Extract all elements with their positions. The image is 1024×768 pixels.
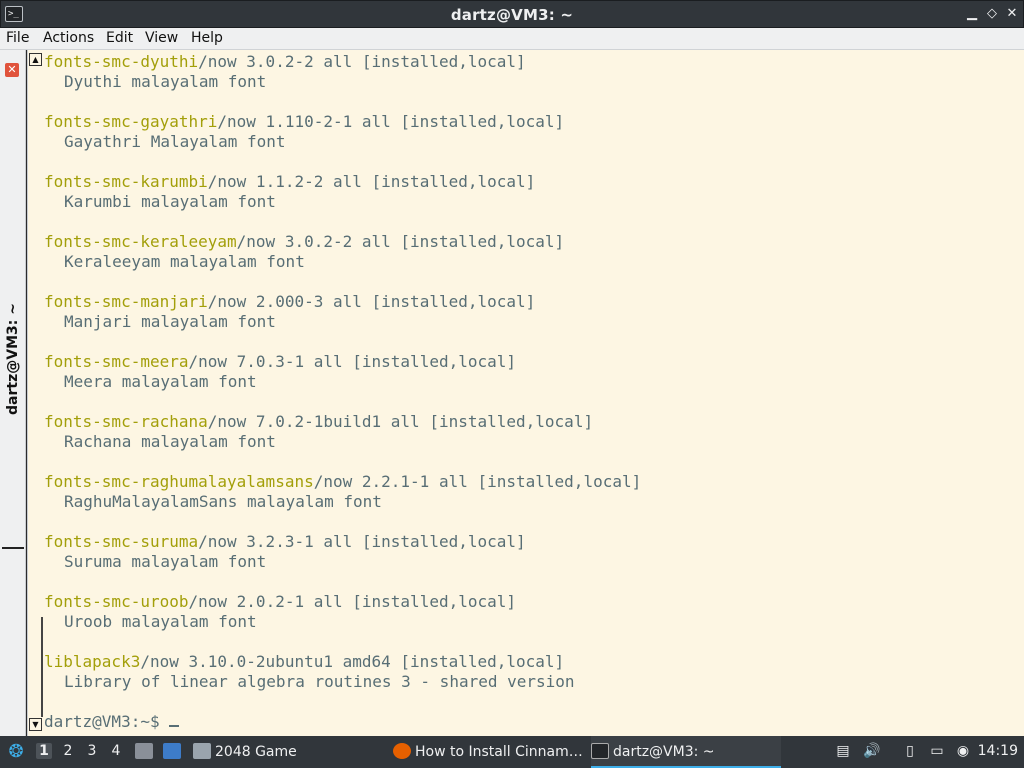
scrollbar-thumb[interactable] bbox=[41, 617, 43, 717]
package-line: fonts-smc-dyuthi/now 3.0.2-2 all [instal… bbox=[44, 52, 1020, 72]
monitor-icon[interactable]: ▭ bbox=[928, 742, 946, 760]
shell-prompt: dartz@VM3:~$ bbox=[44, 712, 170, 731]
start-menu-icon[interactable]: ❂ bbox=[5, 741, 27, 763]
package-description: Meera malayalam font bbox=[64, 372, 257, 391]
package-version: /now 3.0.2-2 all [installed,local] bbox=[198, 52, 526, 71]
desktop-2[interactable]: 2 bbox=[60, 743, 76, 759]
package-line: fonts-smc-karumbi/now 1.1.2-2 all [insta… bbox=[44, 172, 1020, 192]
tab-dartz-vm3[interactable]: dartz@VM3: ~ bbox=[5, 303, 21, 415]
package-name: fonts-smc-suruma bbox=[44, 532, 199, 551]
task-2048-game[interactable]: 2048 Game bbox=[193, 736, 383, 768]
menu-help[interactable]: Help bbox=[191, 30, 223, 46]
window-title: dartz@VM3: ~ bbox=[450, 6, 574, 24]
package-name: fonts-smc-manjari bbox=[44, 292, 208, 311]
package-version: /now 1.110-2-1 all [installed,local] bbox=[217, 112, 565, 131]
package-description: Uroob malayalam font bbox=[64, 612, 257, 631]
prompt-line[interactable]: dartz@VM3:~$ bbox=[44, 712, 1020, 732]
clipboard-icon[interactable]: ▤ bbox=[834, 742, 852, 760]
tab-indicator bbox=[2, 547, 24, 549]
package-description: Rachana malayalam font bbox=[64, 432, 276, 451]
package-line: fonts-smc-manjari/now 2.000-3 all [insta… bbox=[44, 292, 1020, 312]
package-line: fonts-smc-keraleeyam/now 3.0.2-2 all [in… bbox=[44, 232, 1020, 252]
task-terminal[interactable]: dartz@VM3: ~ bbox=[591, 736, 781, 768]
terminal-output: fonts-smc-dyuthi/now 3.0.2-2 all [instal… bbox=[44, 52, 1020, 732]
desktop-1[interactable]: 1 bbox=[36, 743, 52, 759]
package-description: Gayathri Malayalam font bbox=[64, 132, 286, 151]
package-version: /now 2.0.2-1 all [installed,local] bbox=[188, 592, 517, 611]
package-name: fonts-smc-dyuthi bbox=[44, 52, 199, 71]
package-line: fonts-smc-suruma/now 3.2.3-1 all [instal… bbox=[44, 532, 1020, 552]
package-version: /now 3.2.3-1 all [installed,local] bbox=[198, 532, 526, 551]
package-description: Manjari malayalam font bbox=[64, 312, 276, 331]
clock[interactable]: 14:19 bbox=[978, 743, 1018, 759]
package-description: Library of linear algebra routines 3 - s… bbox=[64, 672, 575, 691]
desktop-3[interactable]: 3 bbox=[84, 743, 100, 759]
tab-strip: ✕ dartz@VM3: ~ bbox=[0, 50, 26, 736]
menu-edit[interactable]: Edit bbox=[106, 30, 133, 46]
close-tab-icon[interactable]: ✕ bbox=[5, 63, 19, 77]
package-name: fonts-smc-gayathri bbox=[44, 112, 218, 131]
package-name: fonts-smc-meera bbox=[44, 352, 189, 371]
minimize-button[interactable]: ▁ bbox=[964, 5, 980, 23]
network-icon[interactable]: ◉ bbox=[954, 742, 972, 760]
close-button[interactable]: ✕ bbox=[1004, 5, 1020, 23]
package-line: liblapack3/now 3.10.0-2ubuntu1 amd64 [in… bbox=[44, 652, 1020, 672]
package-description: Keraleeyam malayalam font bbox=[64, 252, 305, 271]
scrollbar[interactable]: ▲ ▼ bbox=[28, 50, 43, 736]
menu-actions[interactable]: Actions bbox=[43, 30, 94, 46]
show-desktop-icon[interactable] bbox=[163, 743, 181, 759]
menu-view[interactable]: View bbox=[145, 30, 178, 46]
package-name: fonts-smc-karumbi bbox=[44, 172, 208, 191]
package-line: fonts-smc-meera/now 7.0.3-1 all [install… bbox=[44, 352, 1020, 372]
window-icon bbox=[193, 743, 211, 759]
scroll-up-arrow-icon[interactable]: ▲ bbox=[29, 53, 42, 66]
package-version: /now 7.0.3-1 all [installed,local] bbox=[188, 352, 517, 371]
terminal-view[interactable]: ▲ ▼ fonts-smc-dyuthi/now 3.0.2-2 all [in… bbox=[27, 50, 1024, 736]
menu-bar: File Actions Edit View Help bbox=[0, 28, 1024, 50]
package-description: RaghuMalayalamSans malayalam font bbox=[64, 492, 382, 511]
package-name: fonts-smc-keraleeyam bbox=[44, 232, 237, 251]
menu-file[interactable]: File bbox=[6, 30, 29, 46]
scroll-down-arrow-icon[interactable]: ▼ bbox=[29, 718, 42, 731]
package-version: /now 3.10.0-2ubuntu1 amd64 [installed,lo… bbox=[140, 652, 565, 671]
package-name: liblapack3 bbox=[44, 652, 141, 671]
package-version: /now 7.0.2-1build1 all [installed,local] bbox=[207, 412, 594, 431]
text-cursor bbox=[169, 713, 180, 727]
package-line: fonts-smc-gayathri/now 1.110-2-1 all [in… bbox=[44, 112, 1020, 132]
package-name: fonts-smc-uroob bbox=[44, 592, 189, 611]
package-name: fonts-smc-rachana bbox=[44, 412, 208, 431]
notes-icon[interactable]: ▯ bbox=[901, 742, 919, 760]
task-firefox[interactable]: How to Install Cinnam… bbox=[393, 736, 585, 768]
package-version: /now 2.2.1-1 all [installed,local] bbox=[313, 472, 642, 491]
package-description: Suruma malayalam font bbox=[64, 552, 267, 571]
volume-icon[interactable]: 🔊 bbox=[863, 742, 881, 760]
taskbar: ❂ 1 2 3 4 2048 Game How to Install Cinna… bbox=[0, 736, 1024, 768]
package-version: /now 1.1.2-2 all [installed,local] bbox=[207, 172, 536, 191]
package-line: fonts-smc-rachana/now 7.0.2-1build1 all … bbox=[44, 412, 1020, 432]
package-line: fonts-smc-uroob/now 2.0.2-1 all [install… bbox=[44, 592, 1020, 612]
package-line: fonts-smc-raghumalayalamsans/now 2.2.1-1… bbox=[44, 472, 1020, 492]
package-name: fonts-smc-raghumalayalamsans bbox=[44, 472, 314, 491]
package-version: /now 2.000-3 all [installed,local] bbox=[207, 292, 536, 311]
terminal-icon bbox=[591, 743, 609, 759]
window-titlebar[interactable]: >_ dartz@VM3: ~ ▁ ◇ ✕ bbox=[0, 0, 1024, 28]
file-manager-icon[interactable] bbox=[135, 743, 153, 759]
desktop-4[interactable]: 4 bbox=[108, 743, 124, 759]
package-description: Dyuthi malayalam font bbox=[64, 72, 267, 91]
package-version: /now 3.0.2-2 all [installed,local] bbox=[236, 232, 565, 251]
firefox-icon bbox=[393, 743, 411, 759]
package-description: Karumbi malayalam font bbox=[64, 192, 276, 211]
maximize-button[interactable]: ◇ bbox=[984, 5, 1000, 23]
